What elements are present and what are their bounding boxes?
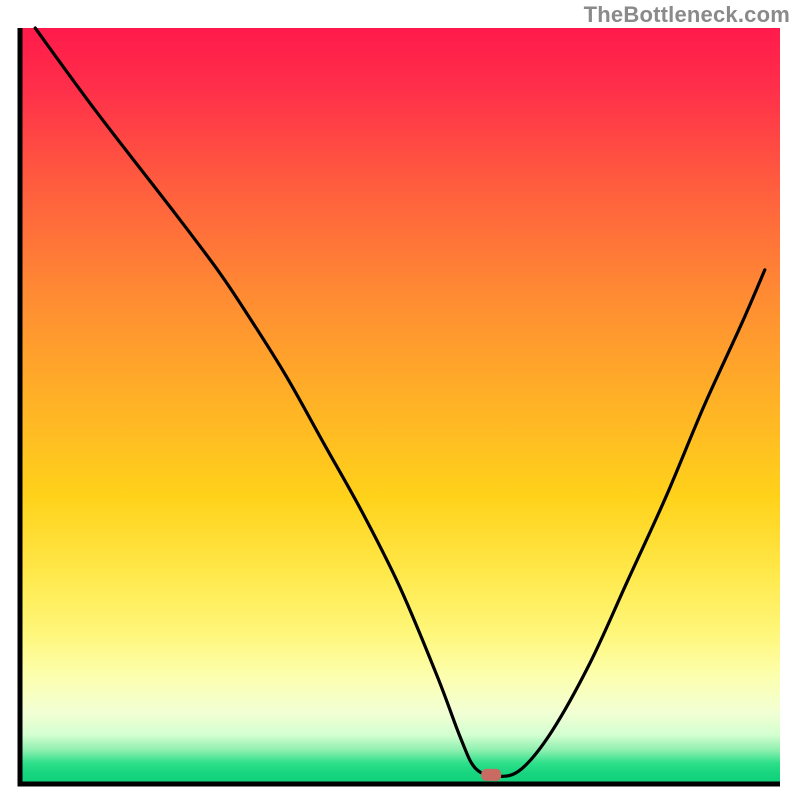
chart-stage: TheBottleneck.com <box>0 0 800 800</box>
optimal-point-marker <box>481 769 501 781</box>
bottleneck-chart <box>0 0 800 800</box>
chart-background <box>20 28 780 784</box>
